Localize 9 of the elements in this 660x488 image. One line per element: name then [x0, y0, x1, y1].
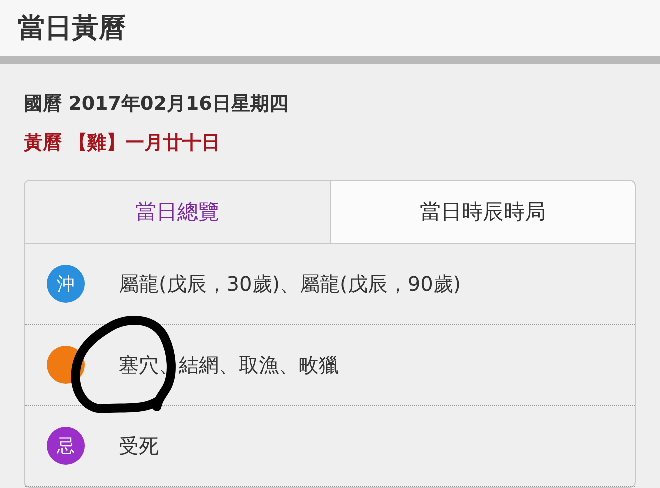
gregorian-date: 國曆 2017年02月16日星期四 — [24, 92, 290, 117]
row-text: 塞穴、結網、取漁、畋獵 — [119, 352, 339, 378]
row-text: 受死 — [119, 432, 159, 460]
page-title: 當日黃曆 — [18, 12, 126, 46]
row-text: 屬龍(戊辰，30歲)、屬龍(戊辰，90歲) — [119, 270, 462, 298]
badge-icon: 沖 — [47, 265, 85, 303]
badge-icon: 忌 — [47, 427, 85, 465]
tab[interactable]: 當日時辰時局 — [330, 181, 635, 243]
lunar-date: 黃曆 【雞】一月廿十日 — [24, 131, 222, 156]
